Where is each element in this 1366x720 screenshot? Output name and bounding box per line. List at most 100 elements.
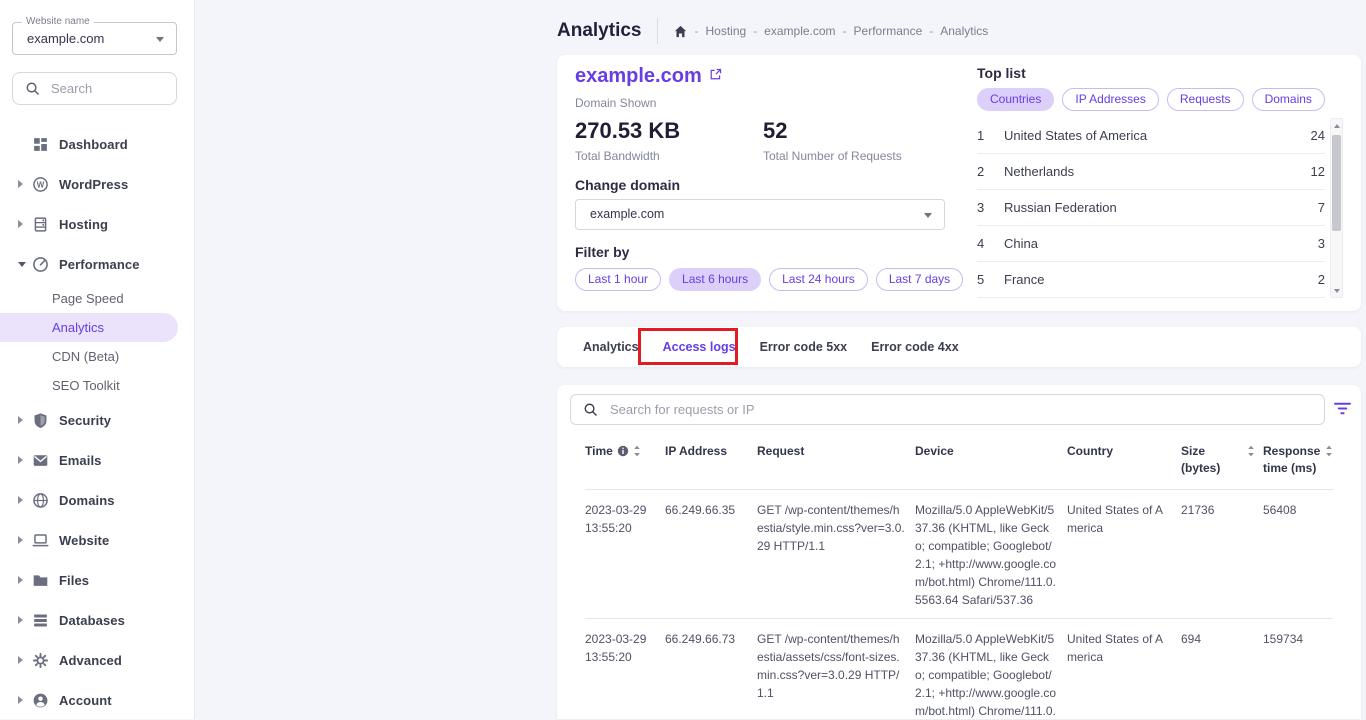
breadcrumb-separator: - [843, 24, 847, 38]
top-list-panel: Top list CountriesIP AddressesRequestsDo… [977, 65, 1347, 298]
toplist-row: 4China3 [977, 226, 1325, 262]
chevron-right-icon [18, 576, 30, 584]
toplist-chip-requests[interactable]: Requests [1167, 88, 1244, 111]
files-icon [32, 572, 49, 589]
breadcrumb-item-example-com[interactable]: example.com [764, 24, 835, 38]
tab-error-code-5xx[interactable]: Error code 5xx [748, 327, 860, 367]
page-header: Analytics -Hosting-example.com-Performan… [557, 16, 988, 46]
sidebar-item-databases[interactable]: Databases [0, 600, 194, 640]
toplist-rank: 1 [977, 128, 1004, 143]
chevron-right-icon [18, 416, 30, 424]
sidebar-item-account[interactable]: Account [0, 680, 194, 720]
log-table-body: 2023-03-29 13:55:2066.249.66.35GET /wp-c… [585, 490, 1333, 719]
column-header-label: Country [1067, 443, 1113, 460]
website-icon [32, 532, 49, 549]
wordpress-icon: W [32, 176, 49, 193]
breadcrumb-item-analytics[interactable]: Analytics [940, 24, 988, 38]
column-header-label: Size (bytes) [1181, 443, 1243, 477]
chevron-right-icon [18, 496, 30, 504]
sidebar-search-input[interactable] [49, 80, 149, 97]
toplist-scrollbar[interactable] [1330, 118, 1343, 298]
sidebar-item-label: Databases [59, 613, 125, 628]
cell-time: 2023-03-29 13:55:20 [585, 630, 665, 719]
info-icon[interactable] [617, 445, 629, 457]
column-header-size-bytes[interactable]: Size (bytes) [1181, 443, 1263, 477]
sidebar-item-files[interactable]: Files [0, 560, 194, 600]
sort-icon[interactable] [1325, 445, 1333, 457]
logs-search-input[interactable] [608, 401, 1312, 418]
sidebar-item-performance[interactable]: Performance [0, 244, 194, 284]
domain-name-link[interactable]: example.com [575, 65, 702, 88]
toplist-chip-countries[interactable]: Countries [977, 88, 1054, 111]
sidebar-item-domains[interactable]: Domains [0, 480, 194, 520]
column-header-label: Request [757, 443, 804, 460]
change-domain-label: Change domain [575, 177, 967, 193]
sidebar-item-dashboard[interactable]: Dashboard [0, 124, 194, 164]
sidebar-item-hosting[interactable]: Hosting [0, 204, 194, 244]
tabs-bar: AnalyticsAccess logsError code 5xxError … [557, 327, 1361, 367]
cell-response_time: 56408 [1263, 501, 1333, 609]
sidebar-subitem-seo-toolkit[interactable]: SEO Toolkit [0, 371, 178, 400]
sidebar-subitem-analytics[interactable]: Analytics [0, 313, 178, 342]
cell-request: GET /wp-content/themes/hestia/style.min.… [757, 501, 915, 609]
toplist-name: China [1004, 236, 1318, 251]
log-table-header: TimeIP AddressRequestDeviceCountrySize (… [585, 437, 1333, 490]
scroll-up-arrow[interactable] [1331, 119, 1342, 132]
chevron-right-icon [18, 536, 30, 544]
sort-icon[interactable] [1247, 445, 1255, 457]
time-filter-last-6-hours[interactable]: Last 6 hours [669, 268, 761, 291]
sidebar-item-advanced[interactable]: Advanced [0, 640, 194, 680]
domains-icon [32, 492, 49, 509]
chevron-right-icon [18, 456, 30, 464]
column-header-time[interactable]: Time [585, 443, 665, 477]
tab-access-logs[interactable]: Access logs [651, 327, 748, 367]
home-icon[interactable] [674, 25, 687, 38]
sidebar-item-label: Dashboard [59, 137, 128, 152]
sidebar-item-emails[interactable]: Emails [0, 440, 194, 480]
table-row: 2023-03-29 13:55:2066.249.66.35GET /wp-c… [585, 490, 1333, 619]
chevron-down-icon [156, 37, 164, 42]
time-filter-last-7-days[interactable]: Last 7 days [876, 268, 963, 291]
tab-error-code-4xx[interactable]: Error code 4xx [859, 327, 971, 367]
sidebar-item-label: Emails [59, 453, 102, 468]
toplist: 1United States of America242Netherlands1… [977, 118, 1347, 298]
domain-overview: example.com Domain Shown 270.53 KB Total… [575, 65, 967, 291]
scroll-down-arrow[interactable] [1331, 284, 1342, 297]
scrollbar-thumb[interactable] [1332, 135, 1341, 231]
tab-analytics[interactable]: Analytics [571, 327, 651, 367]
column-header-label: IP Address [665, 443, 727, 460]
access-logs-card: TimeIP AddressRequestDeviceCountrySize (… [557, 385, 1361, 719]
chevron-right-icon [18, 220, 30, 228]
sidebar-item-website[interactable]: Website [0, 520, 194, 560]
breadcrumb-separator: - [694, 24, 698, 38]
sidebar-item-label: Website [59, 533, 109, 548]
stat-bandwidth: 270.53 KB Total Bandwidth [575, 118, 763, 163]
filter-icon[interactable] [1333, 400, 1352, 417]
time-filter-last-24-hours[interactable]: Last 24 hours [769, 268, 868, 291]
chevron-down-icon [924, 213, 932, 218]
account-icon [32, 692, 49, 709]
chevron-right-icon [18, 180, 30, 188]
column-header-ip-address: IP Address [665, 443, 757, 477]
time-filter-last-1-hour[interactable]: Last 1 hour [575, 268, 661, 291]
external-link-icon[interactable] [709, 68, 722, 81]
stat-requests-label: Total Number of Requests [763, 149, 951, 163]
sidebar-item-security[interactable]: Security [0, 400, 194, 440]
sidebar-item-wordpress[interactable]: WWordPress [0, 164, 194, 204]
toplist-row: 5France2 [977, 262, 1325, 298]
overview-card: example.com Domain Shown 270.53 KB Total… [557, 55, 1361, 311]
sort-icon[interactable] [633, 445, 641, 457]
breadcrumb-item-performance[interactable]: Performance [854, 24, 923, 38]
column-header-response-time-ms[interactable]: Response time (ms) [1263, 443, 1333, 477]
sidebar-subitem-page-speed[interactable]: Page Speed [0, 284, 178, 313]
website-selector[interactable]: Website name example.com [12, 22, 177, 55]
toplist-chip-ip-addresses[interactable]: IP Addresses [1062, 88, 1159, 111]
toplist-chip-domains[interactable]: Domains [1252, 88, 1325, 111]
sidebar-subitem-cdn-beta[interactable]: CDN (Beta) [0, 342, 178, 371]
sidebar-item-label: Hosting [59, 217, 108, 232]
cell-time: 2023-03-29 13:55:20 [585, 501, 665, 609]
domain-select[interactable]: example.com [575, 199, 945, 230]
breadcrumb-item-hosting[interactable]: Hosting [705, 24, 746, 38]
column-header-label: Time [585, 443, 613, 460]
stat-bandwidth-value: 270.53 KB [575, 118, 763, 144]
